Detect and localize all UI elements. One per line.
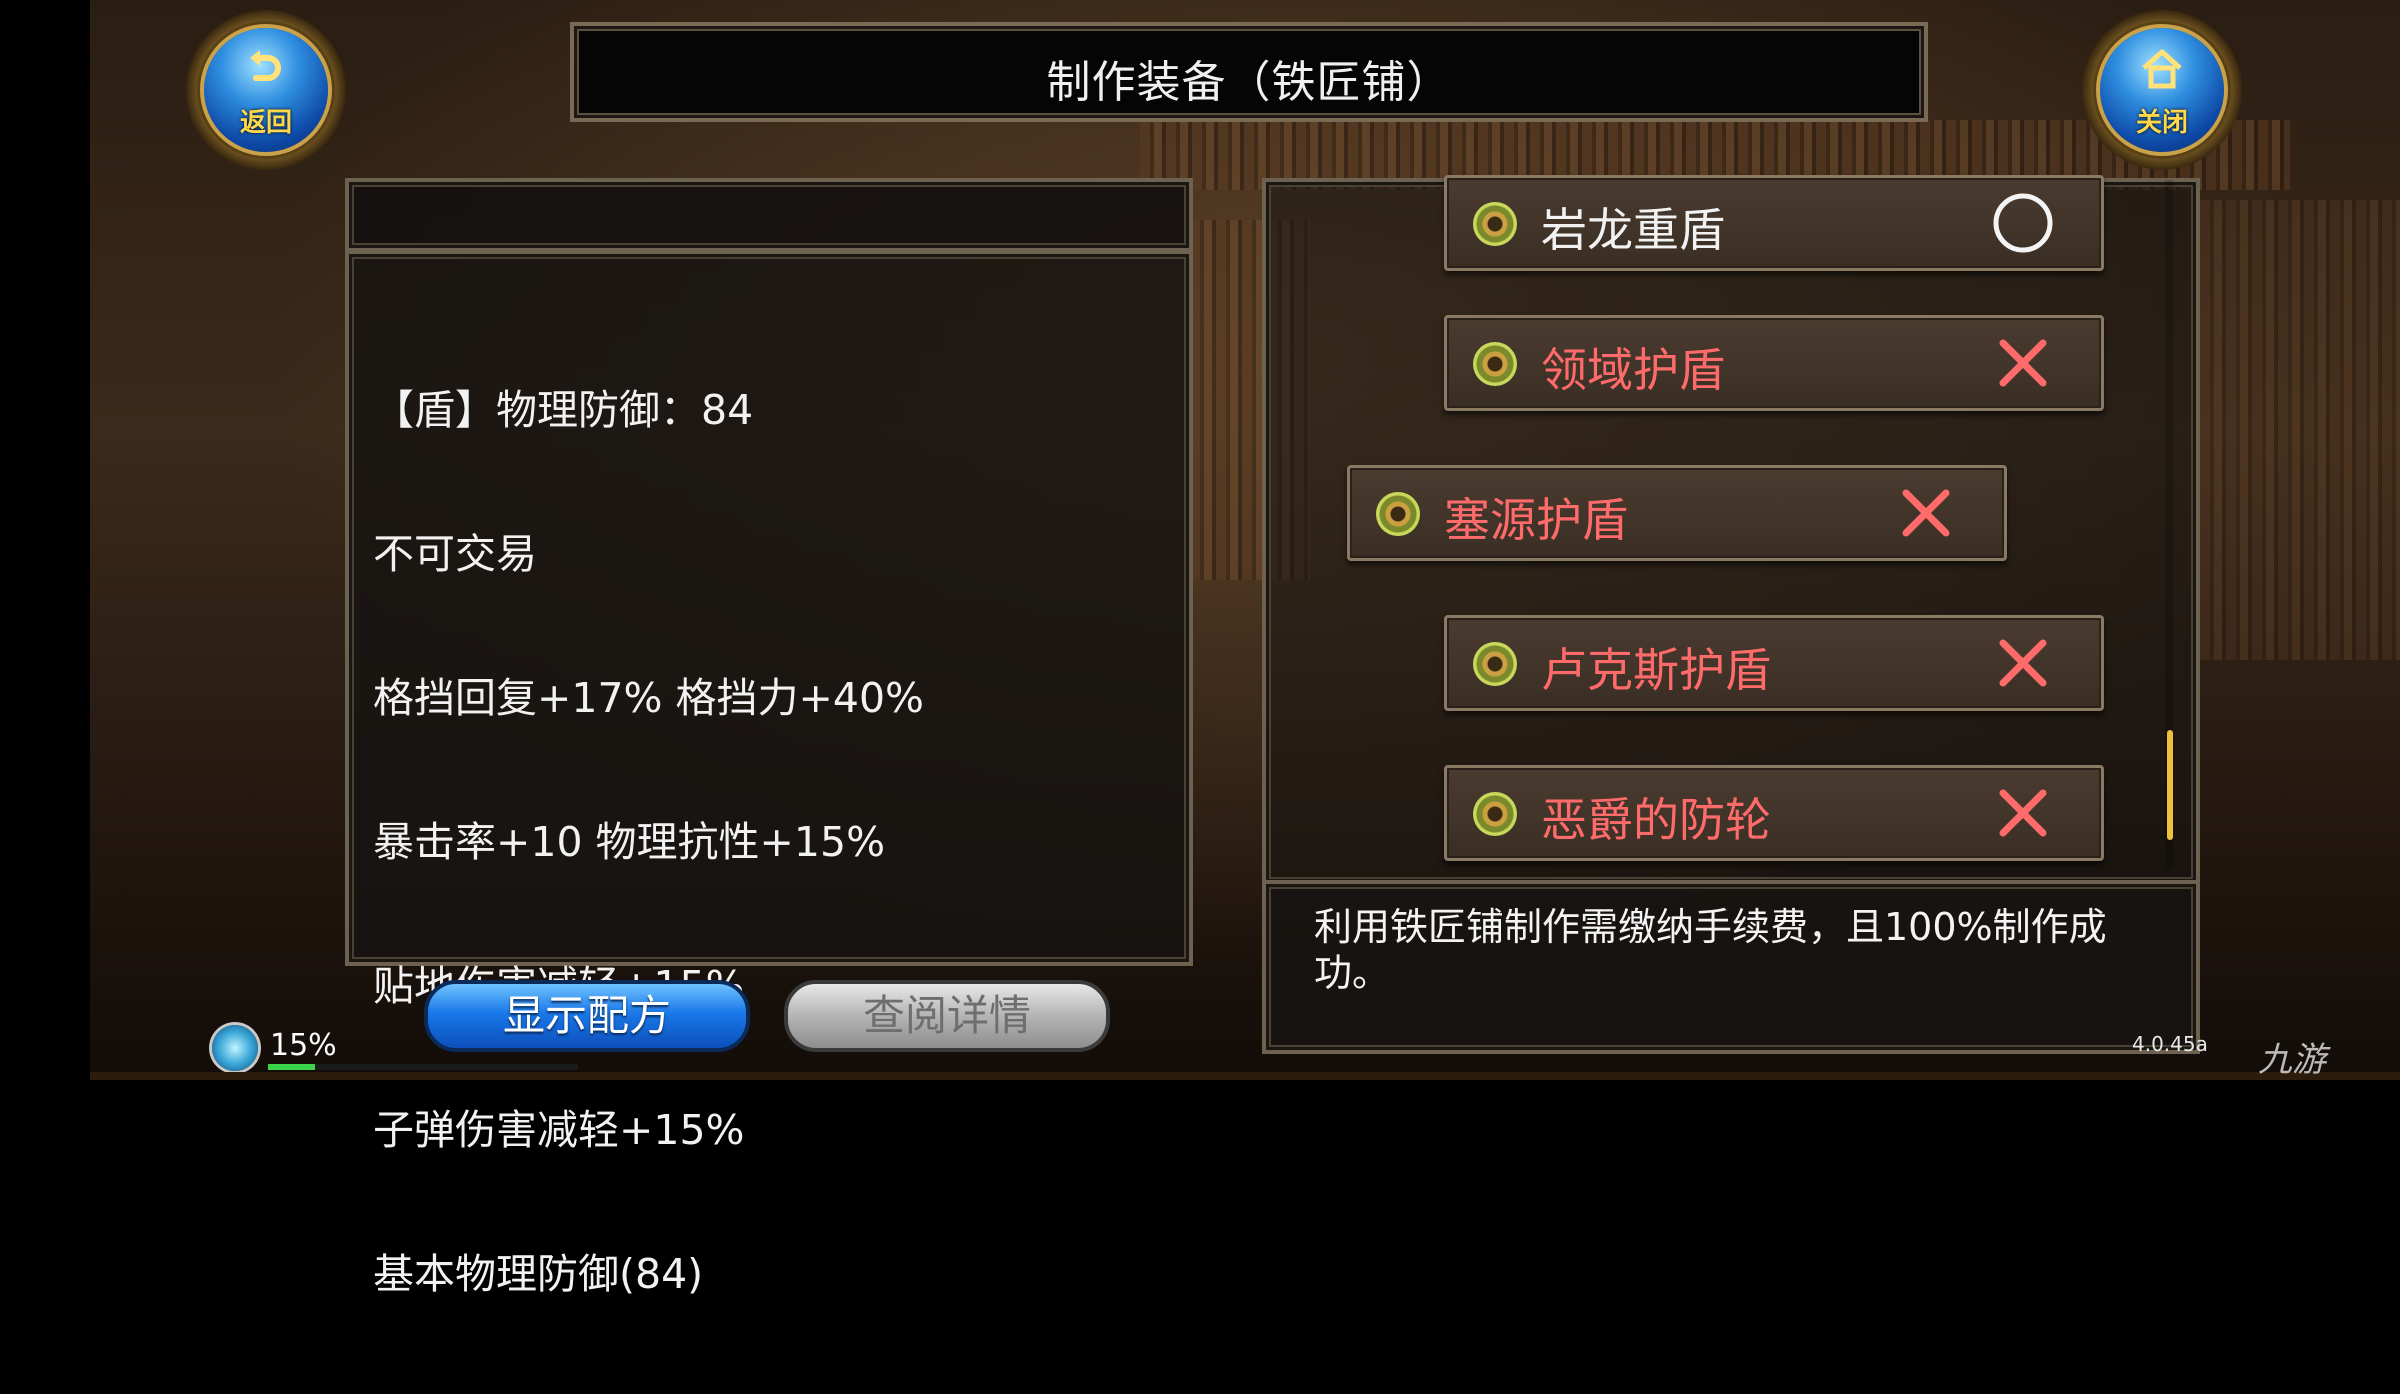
recipe-item[interactable]: 卢克斯护盾 xyxy=(1444,615,2104,711)
back-orb-group: 返回 xyxy=(146,0,366,190)
experience-bar-fill xyxy=(268,1064,315,1070)
description-panel: 利用铁匠铺制作需缴纳手续费，且100%制作成功。 xyxy=(1262,880,2200,1054)
recipe-item-selected[interactable]: 塞源护盾 xyxy=(1347,465,2007,561)
scrollbar-thumb[interactable] xyxy=(2167,730,2173,840)
shield-gem-icon xyxy=(1376,492,1420,536)
close-button[interactable]: 关闭 xyxy=(2100,28,2224,152)
item-stats: 【盾】物理防御：84 不可交易 格挡回复+17% 格挡力+40% 暴击率+10 … xyxy=(373,290,924,1394)
shield-gem-icon xyxy=(1473,642,1517,686)
experience-percent: 15% xyxy=(270,1028,337,1063)
recipe-item-name: 塞源护盾 xyxy=(1444,493,1628,547)
circle-icon xyxy=(1993,193,2053,253)
shield-gem-icon xyxy=(1473,202,1517,246)
cross-icon xyxy=(1902,489,1950,537)
version-label: 4.0.45a xyxy=(2132,1032,2208,1056)
recipe-item-name: 卢克斯护盾 xyxy=(1541,643,1771,697)
watermark: 九游 xyxy=(2258,1040,2326,1080)
screen-edge xyxy=(0,0,90,1080)
stat-line: 基本物理防御(84) xyxy=(373,1250,704,1298)
experience-icon xyxy=(212,1025,258,1071)
bottom-border xyxy=(90,1072,2400,1080)
stat-line: 格挡回复+17% 格挡力+40% xyxy=(373,674,924,722)
recipe-item[interactable]: 领域护盾 xyxy=(1444,315,2104,411)
back-button[interactable]: 返回 xyxy=(204,28,328,152)
close-label: 关闭 xyxy=(2135,108,2188,138)
shield-gem-icon xyxy=(1473,792,1517,836)
item-name-header xyxy=(345,178,1193,252)
view-details-button[interactable]: 查阅详情 xyxy=(784,980,1110,1052)
stat-line: 子弹伤害减轻+15% xyxy=(373,1106,745,1154)
close-orb-group: 关闭 xyxy=(2042,0,2262,190)
recipe-item-name: 领域护盾 xyxy=(1541,343,1725,397)
description-text: 利用铁匠铺制作需缴纳手续费，且100%制作成功。 xyxy=(1314,905,2107,995)
cross-icon xyxy=(1999,639,2047,687)
back-arrow-icon xyxy=(250,50,281,81)
page-title: 制作装备（铁匠铺） xyxy=(1046,57,1452,108)
cross-icon xyxy=(1999,339,2047,387)
item-detail-panel: 【盾】物理防御：84 不可交易 格挡回复+17% 格挡力+40% 暴击率+10 … xyxy=(345,250,1193,1298)
experience-bar xyxy=(268,1064,578,1070)
recipe-item[interactable]: 恶爵的防轮 xyxy=(1444,765,2104,861)
home-icon xyxy=(2142,49,2182,89)
recipe-item[interactable]: 岩龙重盾 xyxy=(1444,175,2104,271)
stat-line: 【盾】物理防御：84 xyxy=(373,386,754,434)
recipe-item-name: 恶爵的防轮 xyxy=(1541,793,1771,847)
shield-gem-icon xyxy=(1473,342,1517,386)
recipe-item-name: 岩龙重盾 xyxy=(1541,203,1725,257)
stat-line: 暴击率+10 物理抗性+15% xyxy=(373,818,886,866)
title-bar: 制作装备（铁匠铺） xyxy=(570,22,1928,122)
stat-line: 不可交易 xyxy=(373,530,537,578)
show-recipe-button[interactable]: 显示配方 xyxy=(424,980,750,1052)
back-label: 返回 xyxy=(239,108,292,138)
bookshelf-right xyxy=(2200,200,2400,660)
cross-icon xyxy=(1999,789,2047,837)
